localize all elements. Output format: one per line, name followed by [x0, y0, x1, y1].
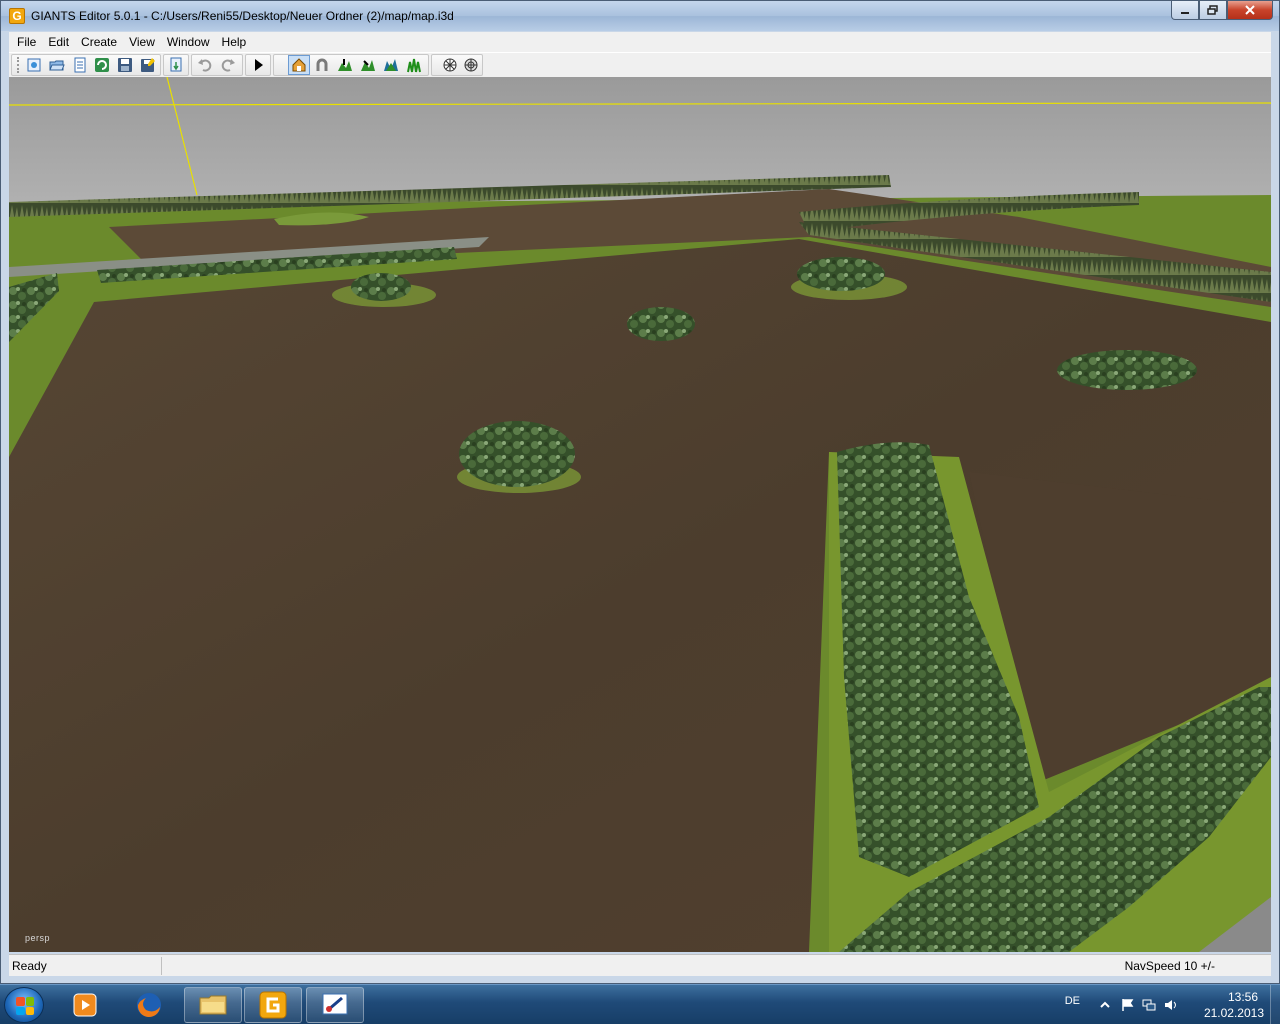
clock-date[interactable]: 21.02.2013 [1204, 1006, 1264, 1020]
menu-help[interactable]: Help [216, 33, 253, 51]
status-text: Ready [12, 959, 47, 973]
taskbar-paint[interactable] [306, 987, 364, 1023]
status-bar: Ready NavSpeed 10 +/- [9, 954, 1271, 976]
window-title: GIANTS Editor 5.0.1 - C:/Users/Reni55/De… [31, 9, 454, 23]
debug-render-alt-button[interactable] [461, 55, 481, 75]
minimize-button[interactable] [1171, 1, 1199, 20]
toolbar-group-run [245, 54, 271, 76]
clock-time[interactable]: 13:56 [1228, 990, 1258, 1004]
toolbar-group-file [11, 54, 161, 76]
firefox-icon [137, 993, 161, 1018]
maximize-button[interactable] [1199, 1, 1227, 20]
toolbar-group-debug [431, 54, 483, 76]
toolbar-group-tools [273, 54, 429, 76]
windows-taskbar: DE 13:56 21.02.2013 [0, 984, 1280, 1024]
terrain-paint-icon [361, 60, 375, 71]
terrain-sculpt-button[interactable] [334, 55, 356, 75]
minimize-icon [1181, 12, 1189, 14]
windows-logo-icon [16, 997, 34, 1015]
start-button[interactable] [4, 987, 44, 1023]
camera-label: persp [25, 933, 51, 943]
taskbar-firefox[interactable] [120, 987, 178, 1023]
save-as-button[interactable] [137, 55, 159, 75]
reload-button[interactable] [91, 55, 113, 75]
terrain-sculpt-icon [338, 59, 352, 71]
network-icon[interactable] [1142, 998, 1156, 1012]
toolbar-group-export [163, 54, 189, 76]
export-button[interactable] [165, 55, 187, 75]
save-icon [118, 58, 133, 72]
export-icon [170, 57, 182, 72]
reload-icon [95, 58, 110, 72]
select-mode-button[interactable] [288, 55, 310, 75]
save-button[interactable] [114, 55, 136, 75]
magnet-icon [316, 58, 328, 71]
redo-button[interactable] [217, 55, 239, 75]
play-button[interactable] [247, 55, 269, 75]
language-indicator[interactable]: DE [1065, 995, 1080, 1007]
menu-create[interactable]: Create [75, 33, 123, 51]
tray-expand-icon[interactable] [1098, 998, 1112, 1012]
terrain-paint-button[interactable] [357, 55, 379, 75]
save-as-icon [141, 58, 156, 72]
taskbar-giants-editor[interactable] [244, 987, 302, 1023]
undo-icon [198, 59, 212, 72]
show-desktop-button[interactable] [1270, 985, 1280, 1024]
debug-render-button[interactable] [440, 55, 460, 75]
play-icon [255, 59, 263, 71]
taskbar-media-player[interactable] [56, 987, 114, 1023]
import-button[interactable] [69, 55, 91, 75]
action-center-flag-icon[interactable] [1120, 998, 1134, 1012]
grass-button[interactable] [403, 55, 425, 75]
new-scene-button[interactable] [23, 55, 45, 75]
menu-edit[interactable]: Edit [42, 33, 75, 51]
menu-view[interactable]: View [123, 33, 161, 51]
foliage-icon [384, 59, 398, 71]
paint-icon [322, 993, 348, 1015]
toolbar-group-edit [191, 54, 243, 76]
title-bar[interactable]: G GIANTS Editor 5.0.1 - C:/Users/Reni55/… [1, 1, 1279, 31]
main-toolbar [9, 52, 1271, 77]
close-icon [1245, 5, 1255, 15]
debug-render-icon [443, 58, 457, 72]
restore-icon [1207, 5, 1218, 15]
menu-bar: File Edit Create View Window Help [9, 32, 1271, 52]
redo-icon [221, 59, 235, 72]
3d-viewport[interactable]: persp [9, 77, 1271, 952]
magnet-button[interactable] [311, 55, 333, 75]
scene-render [9, 77, 1271, 952]
grass-icon [407, 58, 421, 73]
window-controls [1171, 1, 1273, 21]
close-button[interactable] [1227, 1, 1273, 20]
open-icon [48, 60, 65, 71]
foliage-button[interactable] [380, 55, 402, 75]
menu-window[interactable]: Window [161, 33, 216, 51]
debug-render-alt-icon [464, 58, 478, 72]
select-mode-icon [292, 58, 306, 72]
open-button[interactable] [46, 55, 68, 75]
menu-file[interactable]: File [11, 33, 42, 51]
navspeed-indicator: NavSpeed 10 +/- [1124, 959, 1215, 973]
folder-icon [199, 995, 227, 1015]
toolbar-grip[interactable] [17, 57, 20, 73]
media-player-icon [73, 993, 97, 1017]
giants-app-icon[interactable]: G [9, 8, 25, 24]
status-divider [161, 957, 162, 975]
new-scene-icon [27, 58, 41, 72]
editor-window: G GIANTS Editor 5.0.1 - C:/Users/Reni55/… [0, 0, 1280, 984]
import-icon [74, 57, 86, 73]
giants-editor-icon [259, 991, 287, 1019]
undo-button[interactable] [194, 55, 216, 75]
volume-icon[interactable] [1164, 998, 1178, 1012]
taskbar-explorer[interactable] [184, 987, 242, 1023]
